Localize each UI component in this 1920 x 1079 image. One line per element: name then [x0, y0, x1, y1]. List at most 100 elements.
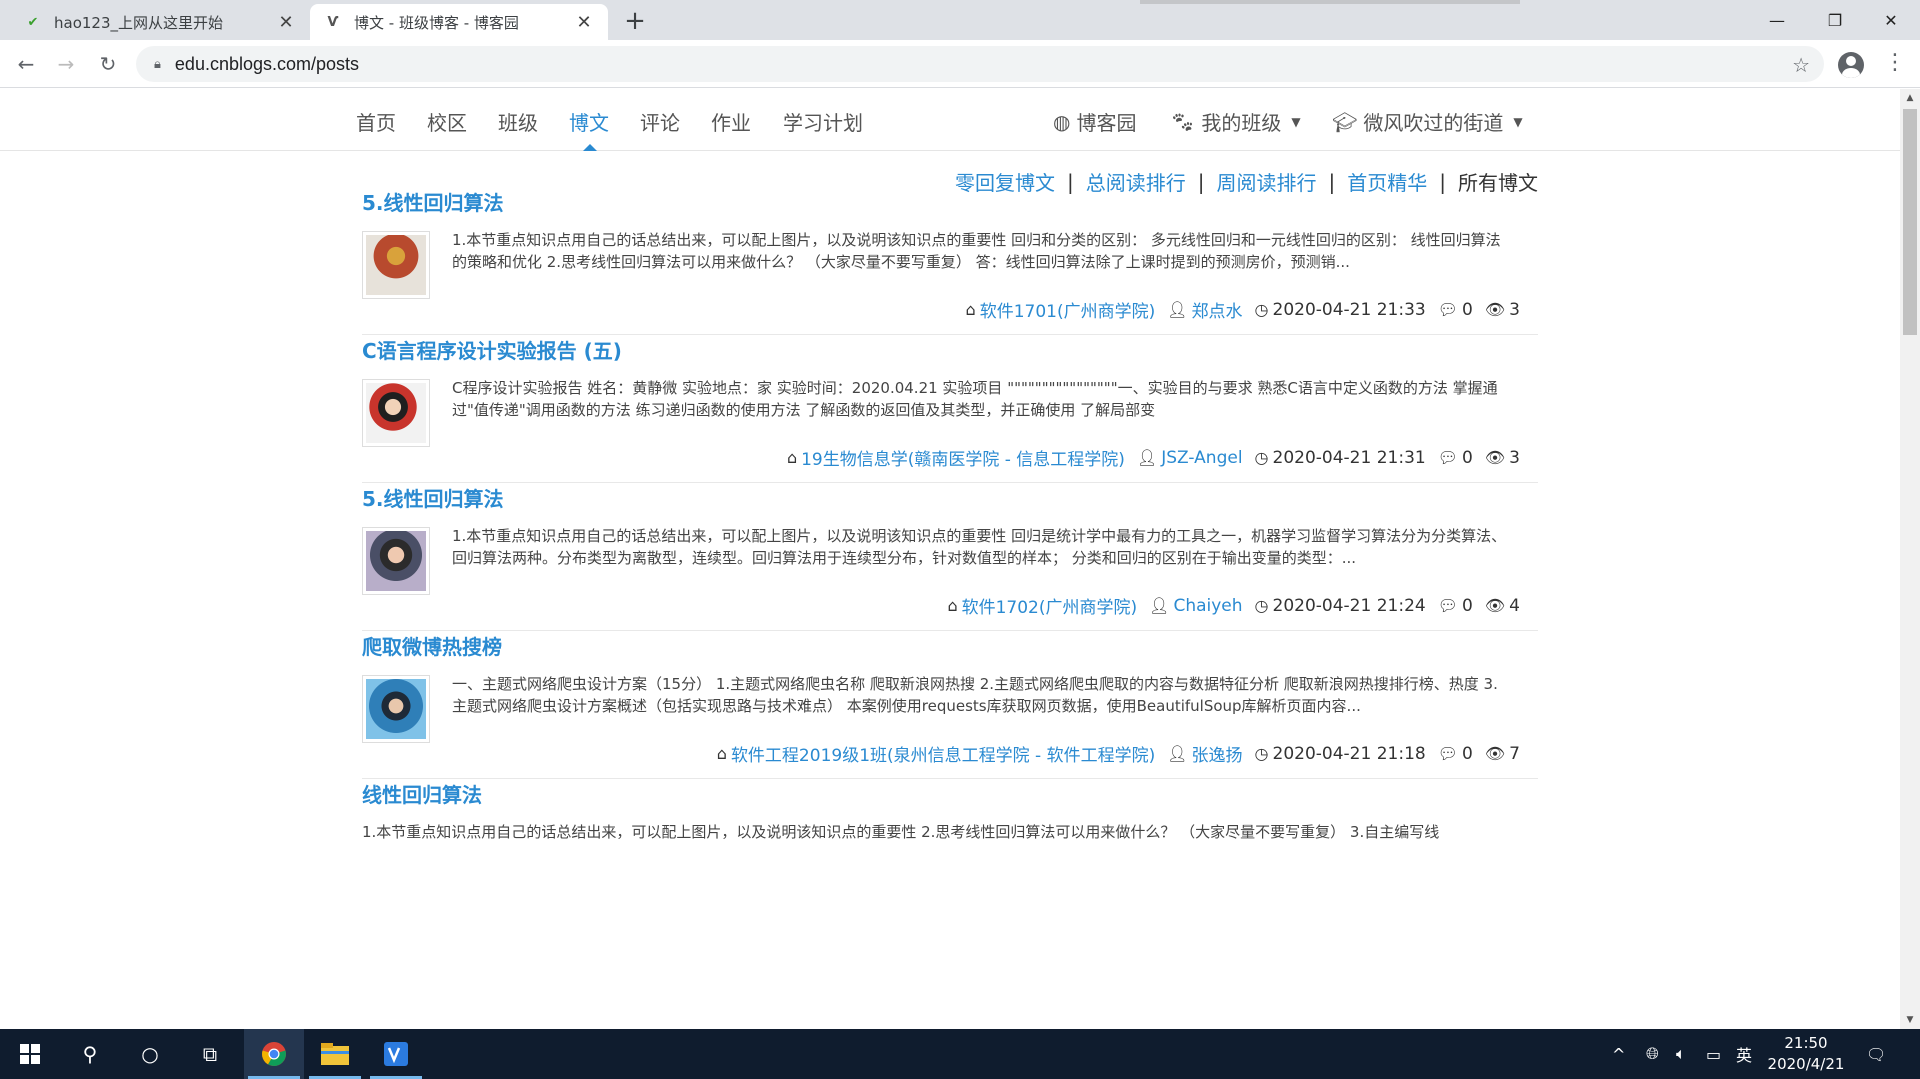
- avatar[interactable]: [362, 231, 430, 299]
- post-class-link[interactable]: 软件1701(广州商学院): [980, 297, 1156, 322]
- post-comment-count: 0: [1462, 743, 1473, 764]
- avatar-image: [366, 679, 426, 739]
- tab-hao123[interactable]: ✔ hao123_上网从这里开始 ✕: [10, 4, 310, 40]
- post-class-link[interactable]: 软件工程2019级1班(泉州信息工程学院 - 软件工程学院): [731, 741, 1155, 766]
- windows-start-icon[interactable]: [0, 1029, 60, 1079]
- avatar-image: [366, 235, 426, 295]
- page-content: 首页 校区 班级 博文 评论 作业 学习计划 ◍ 博客园 🐾︎ 我的班级 ▼ 🎓…: [0, 89, 1900, 1029]
- nav-user-label: 微风吹过的街道: [1363, 111, 1504, 135]
- post-title[interactable]: C语言程序设计实验报告 (五): [362, 335, 622, 364]
- post-divider: [362, 778, 1538, 779]
- bookmark-star-icon[interactable]: ☆: [1792, 53, 1810, 77]
- avatar[interactable]: [362, 675, 430, 743]
- forward-icon[interactable]: →: [50, 48, 82, 80]
- avatar[interactable]: [362, 527, 430, 595]
- minimize-icon[interactable]: —: [1748, 0, 1806, 40]
- post-view-count: 4: [1509, 595, 1520, 616]
- restore-icon[interactable]: ❐: [1806, 0, 1864, 40]
- clock-icon: ◷: [1254, 300, 1269, 319]
- battery-icon[interactable]: ▭: [1706, 1029, 1721, 1079]
- cortana-icon[interactable]: ○: [120, 1029, 180, 1079]
- filter-all-posts[interactable]: 所有博文: [1458, 167, 1538, 196]
- lock-icon[interactable]: 🔒︎: [154, 57, 161, 72]
- taskbar-clock[interactable]: 21:50 2020/4/21: [1766, 1033, 1846, 1075]
- eye-icon: 👁︎: [1484, 300, 1506, 319]
- nav-home[interactable]: 首页: [356, 107, 396, 136]
- nav-my-class-dropdown[interactable]: 🐾︎ 我的班级 ▼: [1170, 107, 1301, 136]
- filter-separator: |: [1067, 169, 1074, 194]
- user-icon: 👤︎: [1136, 448, 1158, 467]
- page-scrollbar[interactable]: ▲ ▼: [1900, 89, 1920, 1029]
- notification-icon[interactable]: 🗨︎: [1866, 1029, 1886, 1079]
- clock-icon: ◷: [1254, 744, 1269, 763]
- nav-study-plan[interactable]: 学习计划: [783, 107, 863, 136]
- filter-zero-reply[interactable]: 零回复博文: [955, 167, 1055, 196]
- scrollbar-thumb[interactable]: [1903, 109, 1917, 335]
- clock-time: 21:50: [1784, 1034, 1828, 1052]
- scroll-up-icon[interactable]: ▲: [1900, 89, 1920, 107]
- chevron-down-icon: ▼: [1291, 114, 1301, 129]
- close-tab-icon[interactable]: ✕: [276, 12, 296, 33]
- ime-indicator[interactable]: 英: [1736, 1029, 1752, 1079]
- post-meta: ⌂ 软件1702(广州商学院) 👤︎ Chaiyeh ◷ 2020-04-21 …: [947, 593, 1520, 619]
- volume-icon[interactable]: 🔈︎: [1676, 1029, 1686, 1079]
- post-summary: 1.本节重点知识点用自己的话总结出来，可以配上图片，以及说明该知识点的重要性 回…: [452, 231, 1501, 271]
- comment-icon: 💬︎: [1437, 448, 1459, 467]
- filter-weekly-reads[interactable]: 周阅读排行: [1217, 167, 1317, 196]
- chrome-icon[interactable]: [244, 1029, 304, 1079]
- back-icon[interactable]: ←: [10, 48, 42, 80]
- post-title[interactable]: 5.线性回归算法: [362, 187, 504, 216]
- user-icon: 👤︎: [1167, 300, 1188, 319]
- post-author-link[interactable]: 张逸扬: [1192, 741, 1243, 766]
- filter-separator: |: [1328, 169, 1336, 194]
- cnblogs-logo-icon: ◍: [1053, 109, 1071, 134]
- nav-class[interactable]: 班级: [498, 107, 538, 136]
- search-icon[interactable]: ⚲: [60, 1029, 120, 1079]
- comment-icon: 💬︎: [1437, 596, 1459, 615]
- home-icon: ⌂: [786, 448, 798, 467]
- post-author-link[interactable]: Chaiyeh: [1173, 596, 1242, 616]
- post-title[interactable]: 线性回归算法: [362, 779, 482, 808]
- avatar[interactable]: [362, 379, 430, 447]
- post-filters: 零回复博文 | 总阅读排行 | 周阅读排行 | 首页精华 | 所有博文: [955, 167, 1538, 196]
- nav-comments[interactable]: 评论: [640, 107, 680, 136]
- user-icon: 👤︎: [1167, 744, 1188, 763]
- post-time: 2020-04-21 21:18: [1272, 743, 1426, 764]
- network-globe-icon[interactable]: 🌐︎: [1646, 1029, 1659, 1079]
- comment-icon: 💬︎: [1437, 744, 1459, 763]
- scroll-down-icon[interactable]: ▼: [1900, 1011, 1920, 1029]
- nav-posts[interactable]: 博文: [569, 107, 609, 136]
- eye-icon: 👁︎: [1484, 448, 1506, 467]
- nav-homework[interactable]: 作业: [711, 107, 751, 136]
- post-class-link[interactable]: 19生物信息学(赣南医学院 - 信息工程学院): [801, 445, 1125, 470]
- reload-icon[interactable]: ↻: [92, 48, 124, 80]
- app-window-icon[interactable]: [366, 1029, 426, 1079]
- nav-cnblogs-link[interactable]: ◍ 博客园: [1053, 107, 1136, 136]
- filter-homepage-featured[interactable]: 首页精华: [1347, 167, 1427, 196]
- post-summary: 1.本节重点知识点用自己的话总结出来，可以配上图片，以及说明该知识点的重要性 回…: [452, 527, 1507, 567]
- nav-user-dropdown[interactable]: 🎓︎ 微风吹过的街道 ▼: [1332, 107, 1523, 136]
- browser-menu-icon[interactable]: ⋮: [1884, 50, 1906, 75]
- task-view-icon[interactable]: ⧉: [180, 1029, 240, 1079]
- close-window-icon[interactable]: ✕: [1862, 0, 1920, 40]
- post-comment-count: 0: [1462, 447, 1473, 468]
- new-tab-button[interactable]: +: [620, 6, 650, 36]
- post-divider: [362, 482, 1538, 483]
- post-divider: [362, 630, 1538, 631]
- tray-chevron-up-icon[interactable]: ^: [1612, 1029, 1625, 1079]
- filter-total-reads[interactable]: 总阅读排行: [1086, 167, 1186, 196]
- url-text[interactable]: edu.cnblogs.com/posts: [175, 54, 359, 75]
- post-author-link[interactable]: 郑点水: [1192, 297, 1243, 322]
- post-author-link[interactable]: JSZ-Angel: [1161, 448, 1242, 468]
- nav-campus[interactable]: 校区: [427, 107, 467, 136]
- post-class-link[interactable]: 软件1702(广州商学院): [962, 593, 1138, 618]
- address-bar[interactable]: 🔒︎ edu.cnblogs.com/posts ☆: [136, 46, 1824, 82]
- tab-cnblogs[interactable]: Ѵ 博文 - 班级博客 - 博客园 ✕: [310, 4, 608, 40]
- file-explorer-icon[interactable]: [305, 1029, 365, 1079]
- post-title[interactable]: 爬取微博热搜榜: [362, 631, 502, 660]
- profile-avatar-icon[interactable]: [1838, 52, 1864, 78]
- post-summary: 1.本节重点知识点用自己的话总结出来，可以配上图片，以及说明该知识点的重要性 2…: [362, 823, 1440, 841]
- nav-cnblogs-label: 博客园: [1076, 111, 1137, 135]
- close-tab-icon[interactable]: ✕: [574, 12, 594, 33]
- post-title[interactable]: 5.线性回归算法: [362, 483, 504, 512]
